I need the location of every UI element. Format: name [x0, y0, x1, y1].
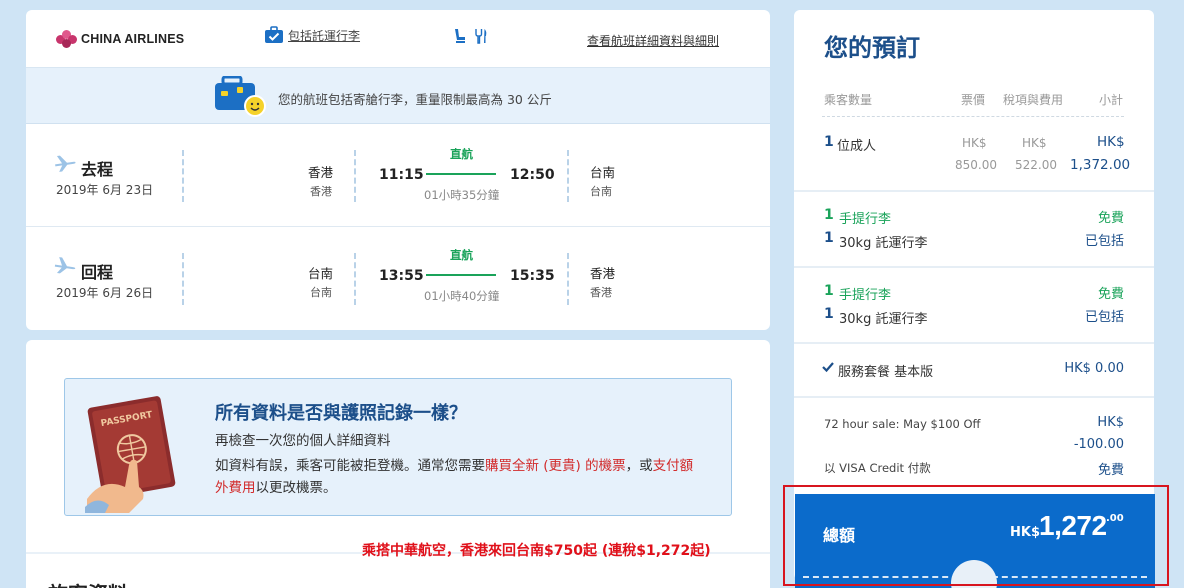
- baggage-included-label: 包括託運行李: [288, 28, 361, 43]
- header-passengers: 乘客數量: [824, 93, 873, 107]
- baggage-notice-text: 您的航班包括寄艙行李，重量限制最高為 30 公斤: [278, 92, 552, 107]
- carry-on-price: 免費: [1097, 287, 1124, 302]
- checkmark-icon: [822, 362, 834, 373]
- flight-duration: 01小時35分鐘: [424, 188, 500, 202]
- suitcase-smiley-icon: [215, 76, 266, 117]
- leg-divider: [567, 150, 569, 202]
- leg-divider: [354, 150, 356, 202]
- checked-bag-price: 已包括: [1084, 310, 1124, 325]
- passenger-section-title: 旅客資料: [48, 578, 128, 588]
- checked-bag-label: 30kg 託運行李: [839, 236, 928, 251]
- passport-in-hand-icon: PASSPORT: [85, 396, 176, 513]
- total-highlight-box: [783, 485, 1169, 586]
- return-leg: 回程 2019年 6月 26日 台南 台南 13:55 直航 01小時40分鐘 …: [26, 227, 770, 330]
- carry-on-qty: 1: [824, 283, 834, 299]
- checked-bag-qty: 1: [824, 230, 834, 246]
- payment-method-fee: 免費: [1097, 463, 1124, 478]
- meal-icon: [475, 29, 487, 44]
- header-tax: 稅項與費用: [1003, 93, 1064, 107]
- flight-route-line: [426, 274, 496, 276]
- departure-airport: 香港: [310, 185, 332, 198]
- passenger-type: 位成人: [837, 139, 877, 154]
- arrival-city: 台南: [590, 165, 616, 180]
- departure-time: 13:55: [379, 268, 424, 284]
- discount-amount: -100.00: [1073, 437, 1124, 452]
- leg-date: 2019年 6月 23日: [56, 183, 154, 197]
- carry-on-qty: 1: [824, 207, 834, 223]
- promo-caption: 乘搭中華航空，香港來回台南$750起 (連稅$1,272起): [362, 543, 711, 559]
- tax-amount: 522.00: [1015, 158, 1057, 172]
- header-divider: [822, 116, 1124, 117]
- plane-departure-icon: [55, 155, 76, 172]
- carry-on-price: 免費: [1097, 211, 1124, 226]
- plane-arrival-icon: [54, 257, 76, 274]
- subtotal-amount: 1,372.00: [1070, 157, 1131, 173]
- fare-currency: HK$: [962, 136, 987, 150]
- booking-title: 您的預訂: [824, 34, 920, 62]
- checked-bag-price: 已包括: [1084, 234, 1124, 249]
- departure-airport: 台南: [310, 286, 332, 299]
- checked-bag-label: 30kg 託運行李: [839, 312, 928, 327]
- section-divider: [794, 342, 1154, 344]
- arrival-airport: 香港: [590, 286, 612, 299]
- service-package-price: HK$ 0.00: [1064, 361, 1124, 376]
- flight-route-line: [426, 173, 496, 175]
- baggage-included-link[interactable]: 包括託運行李: [264, 26, 360, 44]
- departure-time: 11:15: [379, 167, 424, 183]
- leg-date: 2019年 6月 26日: [56, 286, 154, 300]
- notice-body-text: 如資料有誤，乘客可能被拒登機。通常您需要: [215, 458, 485, 474]
- departure-city: 香港: [308, 165, 334, 180]
- direct-flight-label: 直航: [450, 248, 473, 262]
- notice-title: 所有資料是否與護照記錄一樣？: [215, 403, 467, 424]
- carry-on-label: 手提行李: [839, 212, 892, 227]
- arrival-airport: 台南: [590, 185, 612, 198]
- flight-header: CHINA AIRLINES 包括託運行李 查看航班詳細資料與細則: [26, 10, 770, 68]
- amenities: [453, 28, 487, 44]
- discount-currency: HK$: [1097, 415, 1124, 430]
- section-divider: [794, 190, 1154, 192]
- airline-name: CHINA AIRLINES: [81, 32, 185, 46]
- departure-city: 台南: [308, 266, 334, 281]
- outbound-leg: 去程 2019年 6月 23日 香港 香港 11:15 直航 01小時35分鐘 …: [26, 124, 770, 227]
- leg-divider: [182, 253, 184, 305]
- discount-label: 72 hour sale: May $100 Off: [824, 417, 981, 431]
- fare-amount: 850.00: [955, 158, 997, 172]
- flight-details-link[interactable]: 查看航班詳細資料與細則: [587, 32, 719, 49]
- baggage-check-icon: [265, 26, 283, 43]
- notice-body-text: 以更改機票。: [255, 480, 337, 496]
- arrival-time: 15:35: [510, 268, 555, 284]
- carry-on-label: 手提行李: [839, 288, 892, 303]
- flight-duration: 01小時40分鐘: [424, 289, 500, 303]
- notice-body-text: ，或: [625, 458, 653, 474]
- arrival-time: 12:50: [510, 167, 555, 183]
- passenger-count: 1: [824, 134, 834, 150]
- airline-logo: CHINA AIRLINES: [56, 30, 184, 48]
- buy-new-ticket-link[interactable]: 購買全新 (更貴) 的機票: [485, 458, 626, 474]
- notice-body: 如資料有誤，乘客可能被拒登機。通常您需要購買全新 (更貴) 的機票，或支付額外費…: [215, 455, 705, 499]
- passport-check-notice: PASSPORT 所有資料是否與護照記錄一樣？ 再檢查一次您的個人詳細資料 如資…: [64, 378, 732, 516]
- header-fare: 票價: [961, 93, 986, 107]
- section-divider: [794, 266, 1154, 268]
- notice-subtitle: 再檢查一次您的個人詳細資料: [215, 433, 391, 449]
- leg-divider: [567, 253, 569, 305]
- leg-divider: [354, 253, 356, 305]
- subtotal-currency: HK$: [1097, 134, 1125, 150]
- leg-divider: [182, 150, 184, 202]
- leg-direction: 回程: [81, 263, 114, 282]
- section-divider: [794, 396, 1154, 398]
- checked-bag-qty: 1: [824, 306, 834, 322]
- direct-flight-label: 直航: [450, 147, 473, 161]
- seat-icon: [455, 29, 465, 43]
- header-subtotal: 小計: [1099, 93, 1124, 107]
- tax-currency: HK$: [1022, 136, 1047, 150]
- payment-method-label: 以 VISA Credit 付款: [824, 461, 931, 475]
- plum-blossom-icon: [56, 30, 78, 48]
- service-package-label: 服務套餐 基本版: [838, 365, 934, 380]
- flight-summary-card: CHINA AIRLINES 包括託運行李 查看航班詳細資料與細則 您的航班包括…: [26, 10, 770, 330]
- baggage-notice: 您的航班包括寄艙行李，重量限制最高為 30 公斤: [26, 68, 770, 124]
- arrival-city: 香港: [590, 266, 616, 281]
- leg-direction: 去程: [81, 160, 114, 179]
